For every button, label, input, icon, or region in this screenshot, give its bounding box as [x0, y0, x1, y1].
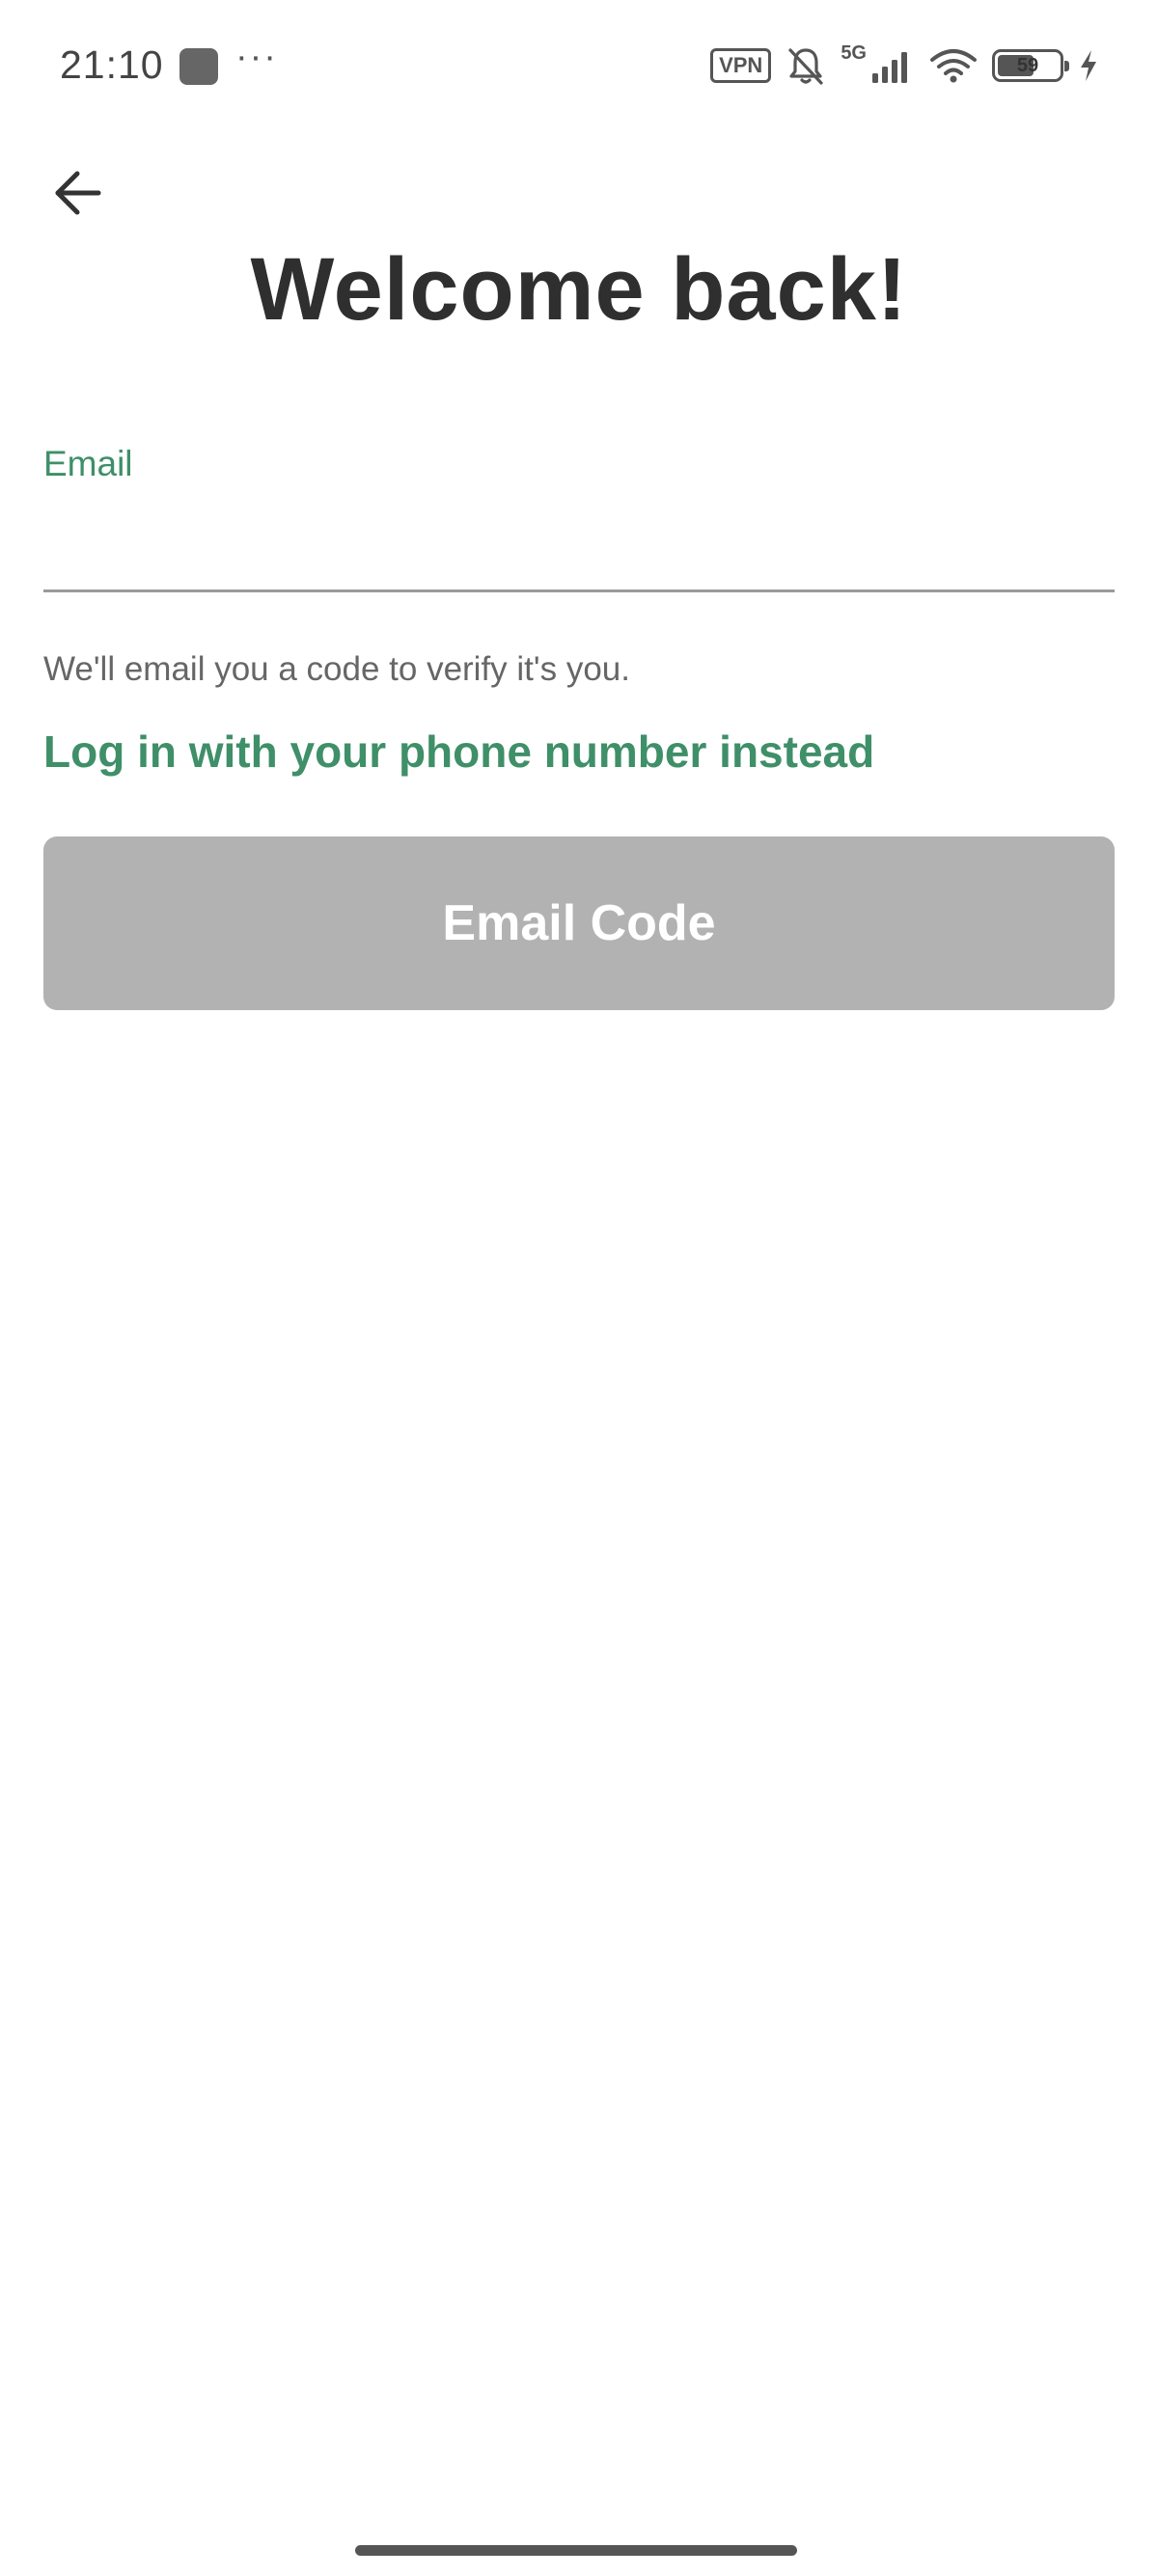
email-field[interactable] [43, 494, 1115, 592]
login-screen: 21:10 ··· VPN 5G 59 Welcome back! Email … [0, 0, 1158, 2576]
more-notifications-icon: ··· [235, 37, 278, 77]
wifi-icon [930, 49, 977, 83]
status-icons: VPN 5G 59 [710, 42, 1100, 89]
page-title: Welcome back! [250, 240, 908, 339]
home-indicator[interactable] [355, 2545, 797, 2556]
arrow-left-icon [55, 171, 101, 215]
email-label: Email [43, 444, 133, 483]
back-button[interactable] [39, 154, 116, 232]
charging-icon [1081, 50, 1096, 81]
signal-icon [872, 52, 907, 83]
mute-bell-icon [788, 48, 823, 85]
app-notification-icon [179, 48, 218, 85]
battery-level: 59 [1016, 54, 1039, 76]
email-code-button[interactable]: Email Code [43, 836, 1115, 1010]
battery-icon: 59 [992, 49, 1069, 82]
status-bar: 21:10 ··· VPN 5G 59 [0, 0, 1158, 131]
status-time: 21:10 [60, 42, 164, 87]
network-type-label: 5G [841, 42, 867, 64]
helper-text: We'll email you a code to verify it's yo… [43, 650, 630, 688]
vpn-icon: VPN [710, 48, 772, 83]
phone-login-link[interactable]: Log in with your phone number instead [43, 726, 874, 778]
